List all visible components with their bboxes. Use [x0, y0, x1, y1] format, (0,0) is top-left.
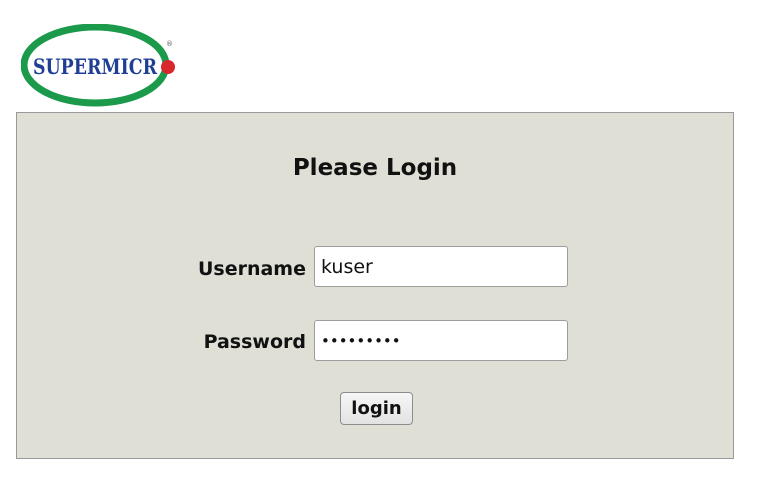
- supermicro-logo-icon: SUPERMICR ®: [20, 23, 175, 107]
- username-field[interactable]: [314, 246, 568, 287]
- logo-dot: [161, 60, 175, 74]
- logo-wordmark: SUPERMICR: [33, 54, 157, 79]
- login-button[interactable]: login: [340, 392, 413, 425]
- password-label: Password: [203, 331, 306, 353]
- login-panel: Please Login Username Password login: [16, 112, 734, 459]
- page-title: Please Login: [292, 155, 458, 181]
- username-label: Username: [197, 258, 306, 280]
- password-field[interactable]: [314, 320, 568, 361]
- supermicro-logo: SUPERMICR ®: [20, 23, 181, 108]
- svg-text:®: ®: [166, 40, 173, 48]
